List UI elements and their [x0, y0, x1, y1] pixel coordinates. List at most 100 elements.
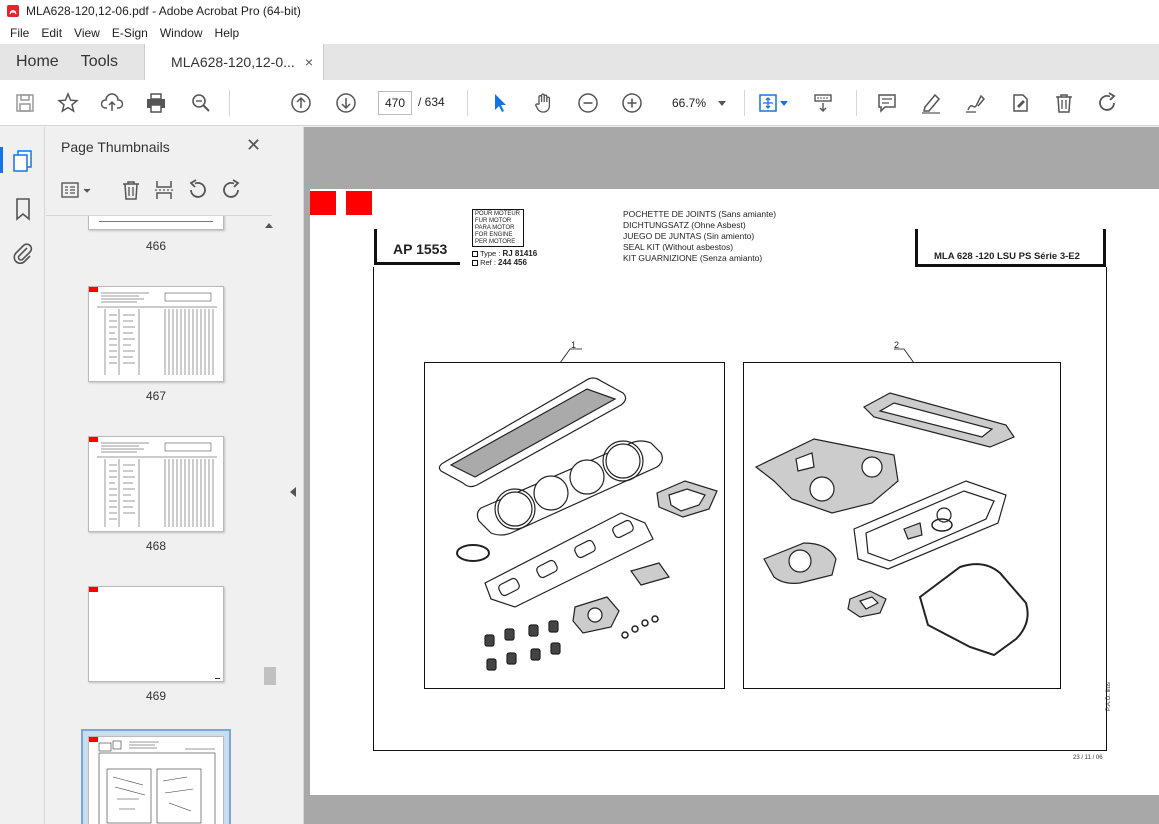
fit-page-icon[interactable]: [756, 91, 780, 115]
zoom-out-icon[interactable]: [576, 91, 600, 115]
thumbnail-preview-468: [97, 442, 217, 527]
zoom-level-select[interactable]: 66.7%: [664, 91, 734, 115]
redo-icon[interactable]: [1096, 91, 1120, 115]
page-thumbnails-icon[interactable]: [11, 149, 35, 173]
menu-window[interactable]: Window: [154, 26, 209, 40]
thumbnail-468[interactable]: [88, 436, 224, 532]
window-title: MLA628-120,12-06.pdf - Adobe Acrobat Pro…: [26, 4, 301, 18]
gasket-set-1-panel: [424, 362, 725, 689]
tab-bar: Home Tools MLA628-120,12-0... ×: [0, 44, 1159, 80]
model-name: MLA 628 -120 LSU PS Série 3-E2: [934, 251, 1080, 262]
document-page: AP 1553 POUR MOTEUR FUR MOTOR PARA MOTOR…: [310, 189, 1159, 795]
thumbnail-preview-470: [98, 740, 216, 824]
fill-sign-icon[interactable]: [1008, 91, 1032, 115]
left-rail: [0, 127, 45, 824]
star-icon[interactable]: [56, 91, 80, 115]
red-marker: [310, 191, 336, 215]
scroll-thumb[interactable]: [264, 667, 276, 685]
menu-edit[interactable]: Edit: [35, 26, 68, 40]
thumbnail-marker: [89, 287, 98, 292]
red-marker: [346, 191, 372, 215]
rotate-left-icon[interactable]: [186, 179, 208, 201]
type-label: Type :: [479, 249, 501, 258]
tab-close-icon[interactable]: ×: [305, 54, 313, 70]
fit-page-dropdown-icon[interactable]: [780, 101, 788, 106]
ap-number-box: AP 1553: [374, 229, 460, 265]
select-cursor-icon[interactable]: [488, 91, 512, 115]
gasket-set-2-panel: [743, 362, 1061, 689]
print-icon[interactable]: [144, 91, 168, 115]
zoom-level-value: 66.7%: [672, 96, 707, 110]
motor-label: PER MOTORE: [475, 239, 516, 245]
zoom-in-icon[interactable]: [620, 91, 644, 115]
thumbnails-scrollbar[interactable]: [262, 219, 276, 824]
extract-page-icon[interactable]: [153, 179, 175, 201]
kit-title: KIT GUARNIZIONE (Senza amianto): [623, 253, 763, 263]
comment-icon[interactable]: [875, 91, 899, 115]
panel-close-icon[interactable]: ✕: [246, 135, 261, 156]
ref-value: 244 456: [498, 258, 527, 267]
scroll-mode-icon[interactable]: [811, 91, 835, 115]
menu-help[interactable]: Help: [209, 26, 246, 40]
rotate-right-icon[interactable]: [221, 179, 243, 201]
thumbnail-469[interactable]: [88, 586, 224, 682]
thumbnail-marker: [89, 437, 98, 442]
hand-icon[interactable]: [532, 91, 556, 115]
attachment-icon[interactable]: [11, 241, 35, 265]
type-value: RJ 81416: [502, 249, 538, 258]
kit-title: DICHTUNGSATZ (Ohne Asbest): [623, 220, 746, 230]
kit-title: POCHETTE DE JOINTS (Sans amiante): [623, 209, 777, 219]
save-icon[interactable]: [13, 91, 37, 115]
page-up-icon[interactable]: [289, 91, 313, 115]
title-bar: MLA628-120,12-06.pdf - Adobe Acrobat Pro…: [0, 0, 1159, 22]
thumbnail-470-selected[interactable]: [81, 729, 231, 824]
thumbnail-466[interactable]: [88, 216, 224, 230]
kit-title: JUEGO DE JUNTAS (Sin amiento): [623, 231, 755, 241]
thumbnail-marker: [89, 737, 98, 742]
acrobat-logo-icon: [7, 5, 19, 17]
tab-document[interactable]: MLA628-120,12-0... ×: [144, 44, 325, 80]
thumbnails-list: 466 467 468 469: [46, 215, 272, 824]
motor-label: POUR MOTEUR: [475, 211, 520, 217]
panel-title: Page Thumbnails: [61, 139, 170, 155]
page-number-input[interactable]: 470: [378, 91, 412, 115]
upload-icon[interactable]: [100, 91, 124, 115]
collapse-arrow-icon: [290, 487, 296, 497]
sign-icon[interactable]: [963, 91, 987, 115]
menu-view[interactable]: View: [68, 26, 106, 40]
highlight-icon[interactable]: [919, 91, 943, 115]
document-date: 23 / 11 / 06: [1073, 755, 1103, 761]
delete-icon[interactable]: [1052, 91, 1076, 115]
scroll-up-icon[interactable]: [265, 223, 273, 228]
motor-label: FUR MOTOR: [475, 218, 512, 224]
ap-number: AP 1553: [393, 241, 448, 257]
gasket-set-1-drawing: [438, 377, 718, 671]
page-down-icon[interactable]: [334, 91, 358, 115]
thumbnail-options-icon[interactable]: [60, 179, 91, 201]
model-box: MLA 628 -120 LSU PS Série 3-E2: [915, 229, 1106, 267]
tab-home[interactable]: Home: [0, 44, 75, 80]
thumbnails-panel: Page Thumbnails ✕ 466 467 468 469: [46, 127, 284, 824]
kit-title: SEAL KIT (Without asbestos): [623, 242, 734, 252]
side-note: P.A.O. illus: [1106, 682, 1112, 711]
motor-label: FOR ENGINE: [475, 232, 513, 238]
bookmark-icon[interactable]: [11, 197, 35, 221]
panel-toolbar: [46, 175, 284, 205]
thumbnail-label: 466: [145, 239, 167, 253]
thumbnail-label: 468: [145, 539, 167, 553]
thumbnail-preview-467: [97, 292, 217, 375]
thumbnail-467[interactable]: [88, 286, 224, 382]
chevron-down-icon: [718, 101, 726, 106]
menu-file[interactable]: File: [4, 26, 35, 40]
page-total: / 634: [418, 95, 445, 109]
delete-page-icon[interactable]: [120, 179, 142, 201]
main-toolbar: 470 / 634 66.7%: [0, 80, 1159, 126]
menu-esign[interactable]: E-Sign: [106, 26, 154, 40]
menu-bar: File Edit View E-Sign Window Help: [0, 22, 1159, 44]
panel-collapse-handle[interactable]: [284, 127, 304, 824]
tab-tools[interactable]: Tools: [75, 44, 144, 80]
document-viewer[interactable]: AP 1553 POUR MOTEUR FUR MOTOR PARA MOTOR…: [304, 127, 1159, 824]
tab-document-label: MLA628-120,12-0...: [171, 54, 295, 70]
search-icon[interactable]: [189, 91, 213, 115]
motor-label-box: POUR MOTEUR FUR MOTOR PARA MOTOR FOR ENG…: [472, 209, 524, 247]
